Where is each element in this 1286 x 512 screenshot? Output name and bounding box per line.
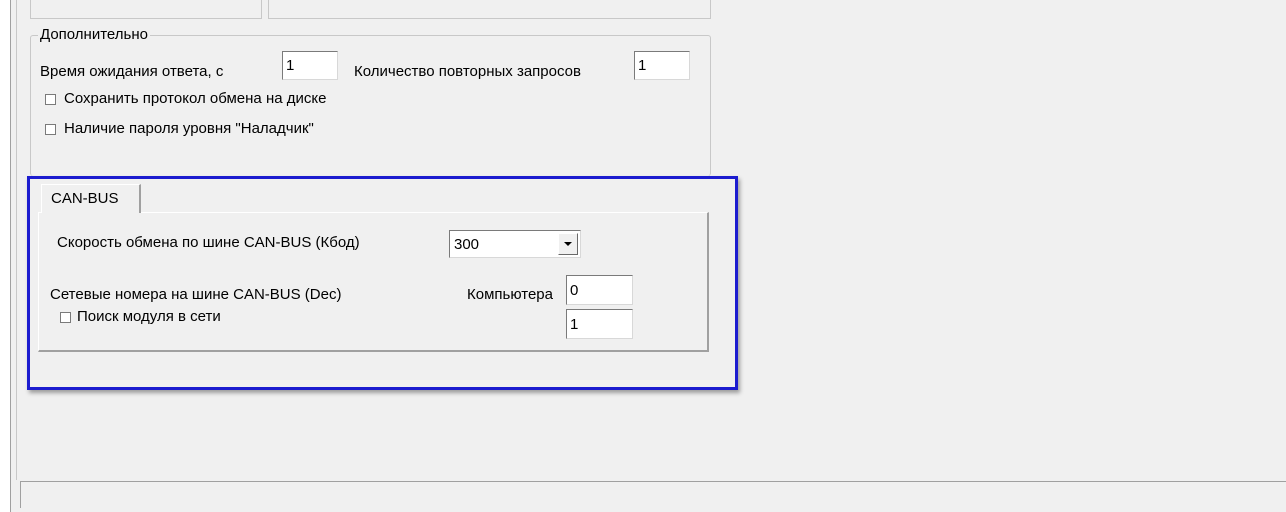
module-number-input[interactable] xyxy=(566,309,633,339)
tab-canbus-label: CAN-BUS xyxy=(51,190,119,207)
panel-divider xyxy=(16,0,17,480)
netnum-label: Сетевые номера на шине CAN-BUS (Dec) xyxy=(50,286,342,303)
groupbox-title: Дополнительно xyxy=(38,26,150,43)
timeout-input[interactable] xyxy=(282,51,338,80)
retries-label: Количество повторных запросов xyxy=(354,63,581,80)
top-field-left[interactable] xyxy=(30,0,262,19)
speed-select-value: 300 xyxy=(454,236,480,253)
status-bar xyxy=(20,481,1286,508)
password-checkbox[interactable] xyxy=(45,124,56,135)
timeout-label: Время ожидания ответа, с xyxy=(40,63,224,80)
speed-dropdown-button[interactable] xyxy=(558,233,578,255)
speed-label: Скорость обмена по шине CAN-BUS (Кбод) xyxy=(57,234,360,251)
search-module-label: Поиск модуля в сети xyxy=(77,308,221,325)
retries-input[interactable] xyxy=(634,51,690,80)
save-log-label: Сохранить протокол обмена на диске xyxy=(64,90,327,107)
password-label: Наличие пароля уровня "Наладчик" xyxy=(64,120,314,137)
speed-select[interactable]: 300 xyxy=(449,230,581,258)
save-log-checkbox[interactable] xyxy=(45,94,56,105)
computer-label: Компьютера xyxy=(467,286,553,303)
tab-canbus[interactable]: CAN-BUS xyxy=(41,184,141,213)
computer-number-input[interactable] xyxy=(566,275,633,305)
chevron-down-icon xyxy=(564,242,572,246)
search-module-checkbox[interactable] xyxy=(60,312,71,323)
top-field-right[interactable] xyxy=(268,0,711,19)
